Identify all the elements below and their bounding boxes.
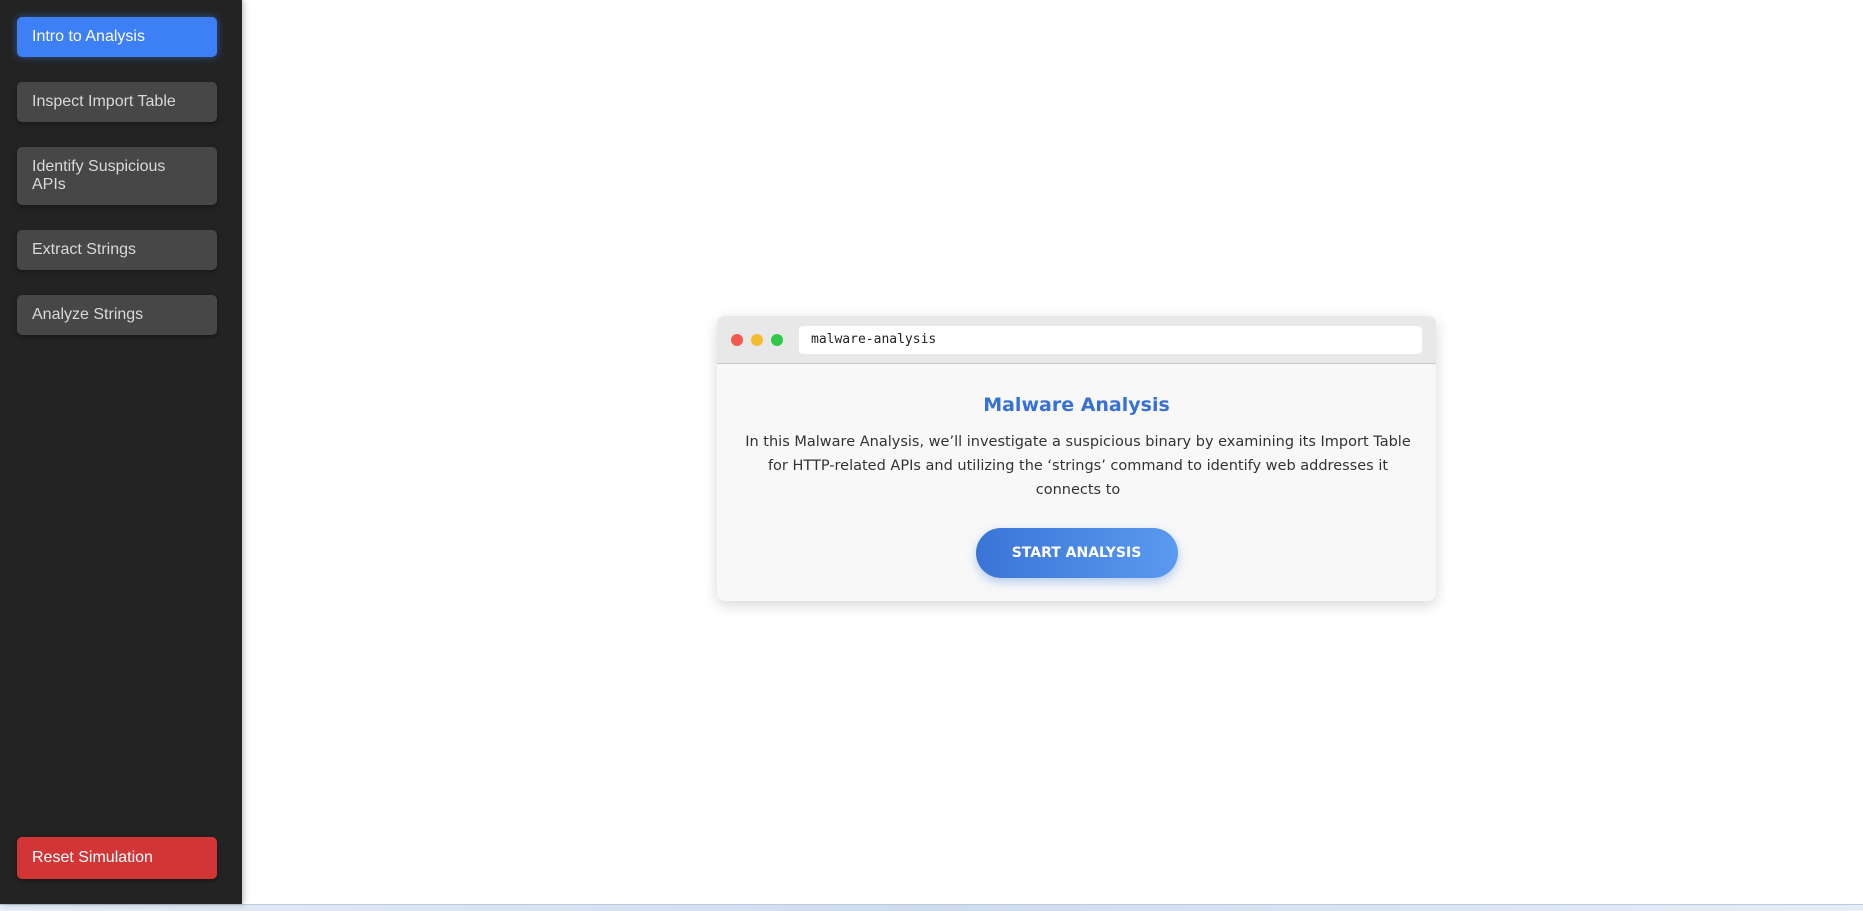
sidebar: Intro to Analysis Inspect Import Table I…: [0, 0, 242, 904]
sidebar-item-inspect-import-table[interactable]: Inspect Import Table: [17, 82, 217, 122]
window-titlebar: malware-analysis: [717, 316, 1436, 364]
card-description: In this Malware Analysis, we’ll investig…: [745, 434, 1411, 498]
sidebar-item-extract-strings[interactable]: Extract Strings: [17, 230, 217, 270]
reset-simulation-button[interactable]: Reset Simulation: [17, 837, 217, 879]
sidebar-item-intro-to-analysis[interactable]: Intro to Analysis: [17, 17, 217, 57]
main-content: malware-analysis Malware Analysis In thi…: [242, 0, 1863, 904]
window-content: Malware Analysis In this Malware Analysi…: [717, 364, 1436, 578]
terminal-window: malware-analysis Malware Analysis In thi…: [717, 316, 1436, 601]
sidebar-item-analyze-strings[interactable]: Analyze Strings: [17, 295, 217, 335]
sidebar-item-identify-suspicious-apis[interactable]: Identify Suspicious APIs: [17, 147, 217, 205]
address-bar: malware-analysis: [799, 325, 1422, 354]
close-dot-icon[interactable]: [731, 333, 743, 346]
maximize-dot-icon[interactable]: [771, 333, 783, 346]
minimize-dot-icon[interactable]: [751, 333, 763, 346]
start-analysis-button[interactable]: START ANALYSIS: [975, 528, 1178, 578]
card-title: Malware Analysis: [983, 394, 1170, 416]
app: Intro to Analysis Inspect Import Table I…: [0, 0, 1863, 904]
